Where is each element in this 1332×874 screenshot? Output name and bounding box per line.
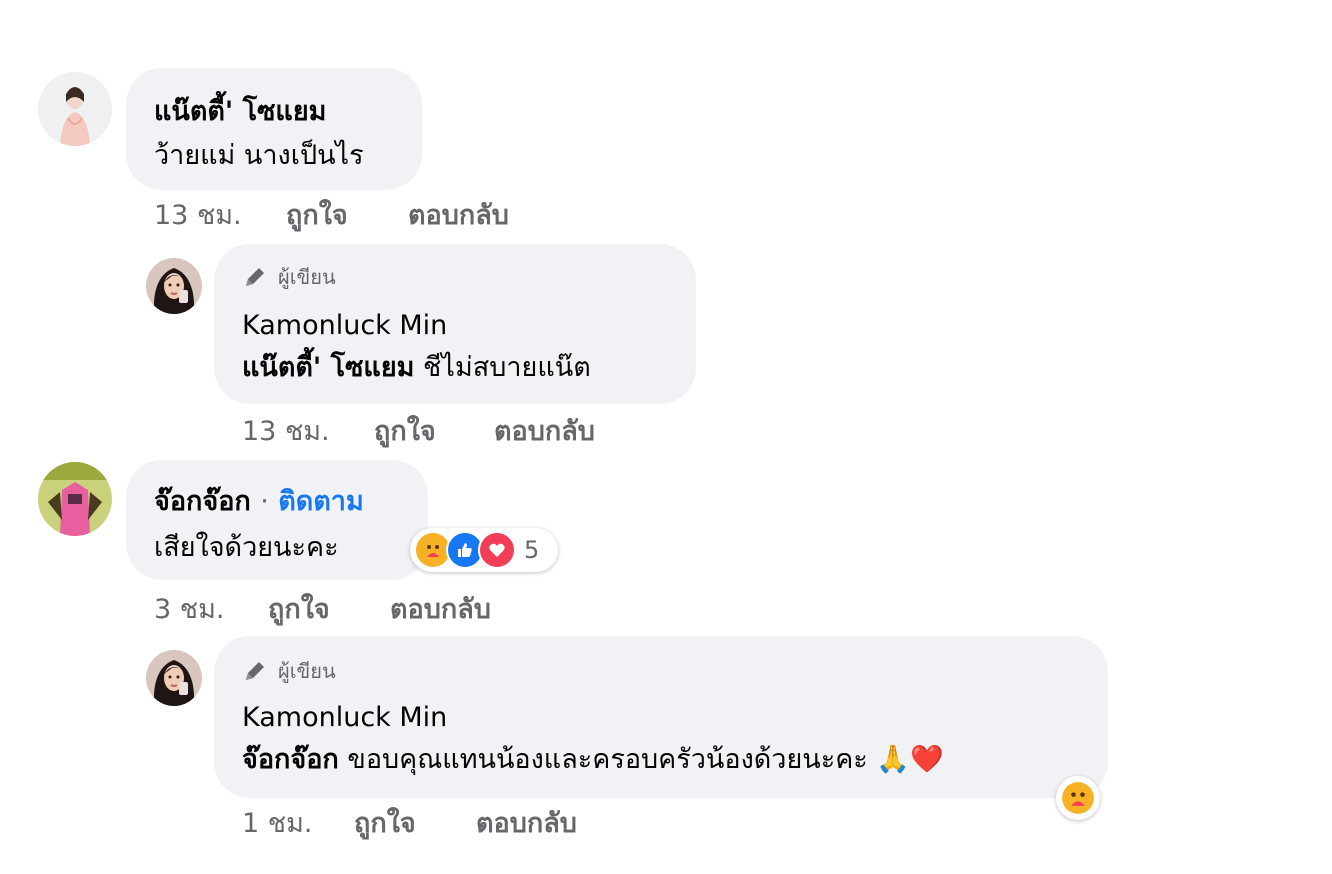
like-button[interactable]: ถูกใจ [286,200,348,232]
like-button[interactable]: ถูกใจ [354,808,416,840]
like-button[interactable]: ถูกใจ [374,416,436,448]
author-badge: ผู้เขียน [242,658,336,684]
reply-body: ชีไม่สบายแน๊ต [423,352,591,383]
reply-button[interactable]: ตอบกลับ [408,200,509,232]
comment-time[interactable]: 13 ชม. [242,416,330,448]
comment-text: ว้ายแม่ นางเป็นไร [154,140,364,171]
comment-author-line: จ๊อกจ๊อก · ติดตาม [154,486,364,518]
comment-actions: 1 ชม. ถูกใจ ตอบกลับ [242,808,662,840]
pencil-icon [246,268,264,286]
mention-link[interactable]: แน๊ตตี้' โซแยม [242,352,414,383]
emoji-text: 🙏❤️ [876,744,944,775]
avatar[interactable] [38,462,112,536]
care-icon [1062,782,1094,814]
author-badge: ผู้เขียน [242,264,336,290]
comment-actions: 13 ชม. ถูกใจ ตอบกลับ [242,416,662,448]
avatar[interactable] [146,258,202,314]
reply-button[interactable]: ตอบกลับ [494,416,595,448]
follow-button[interactable]: ติดตาม [278,486,364,517]
avatar[interactable] [38,72,112,146]
comment-time[interactable]: 13 ชม. [154,200,242,232]
comment-text: เสียใจด้วยนะคะ [154,532,339,563]
author-badge-label: ผู้เขียน [278,265,336,289]
separator-dot: · [260,486,269,517]
love-icon [478,531,516,569]
like-button[interactable]: ถูกใจ [268,594,330,626]
author-badge-label: ผู้เขียน [278,659,336,683]
reply-author[interactable]: Kamonluck Min [242,310,447,342]
reply-button[interactable]: ตอบกลับ [476,808,577,840]
avatar[interactable] [146,650,202,706]
pencil-icon [246,662,264,680]
reaction-summary[interactable] [1056,776,1100,820]
reply-text: แน๊ตตี้' โซแยม ชีไม่สบายแน๊ต [242,352,591,384]
mention-link[interactable]: จ๊อกจ๊อก [242,744,339,775]
comment-actions: 3 ชม. ถูกใจ ตอบกลับ [154,594,574,626]
reply-body: ขอบคุณแทนน้องและครอบครัวน้องด้วยนะคะ [347,744,868,775]
reply-button[interactable]: ตอบกลับ [390,594,491,626]
comment-author[interactable]: แน๊ตตี้' โซแยม [154,96,326,128]
reply-author[interactable]: Kamonluck Min [242,702,447,734]
comment-time[interactable]: 3 ชม. [154,594,224,626]
reaction-summary[interactable]: 5 [410,528,558,572]
comment-author[interactable]: จ๊อกจ๊อก [154,486,251,517]
comment-time[interactable]: 1 ชม. [242,808,312,840]
reply-text: จ๊อกจ๊อก ขอบคุณแทนน้องและครอบครัวน้องด้ว… [242,744,944,776]
reaction-count: 5 [524,536,540,564]
comment-actions: 13 ชม. ถูกใจ ตอบกลับ [154,200,574,232]
